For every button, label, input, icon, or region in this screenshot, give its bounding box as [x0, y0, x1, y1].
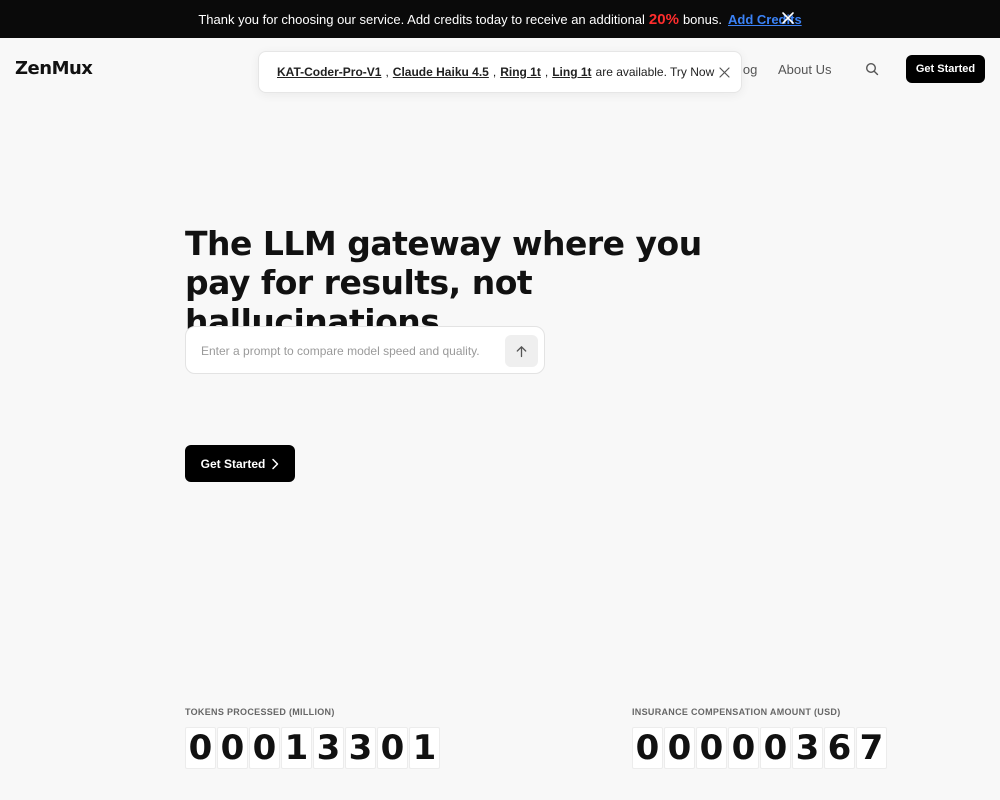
counter-digit: 0 — [632, 727, 663, 769]
counter-digit: 0 — [760, 727, 791, 769]
counter-digit: 1 — [281, 727, 312, 769]
model-link[interactable]: Claude Haiku 4.5 — [393, 65, 489, 79]
counter-digit: 0 — [664, 727, 695, 769]
separator: , — [492, 65, 497, 79]
header-get-started-button[interactable]: Get Started — [906, 55, 985, 83]
model-link[interactable]: Ring 1t — [500, 65, 541, 79]
promo-percent: 20% — [648, 10, 679, 28]
counter-digit: 7 — [856, 727, 887, 769]
model-announcement: KAT-Coder-Pro-V1 , Claude Haiku 4.5 , Ri… — [258, 51, 742, 93]
tokens-processed-label: TOKENS PROCESSED (MILLION) — [185, 707, 335, 717]
send-prompt-button[interactable] — [505, 335, 538, 367]
hero-cta-label: Get Started — [200, 456, 266, 471]
separator: , — [385, 65, 389, 79]
counter-digit: 0 — [249, 727, 280, 769]
close-icon[interactable] — [719, 67, 730, 78]
counter-digit: 6 — [824, 727, 855, 769]
announcement-text: are available. Try Now — [595, 65, 715, 79]
model-link[interactable]: KAT-Coder-Pro-V1 — [277, 65, 381, 79]
promo-text-after: bonus. — [682, 11, 722, 27]
hero-title-line: The LLM gateway where you — [185, 224, 702, 263]
prompt-input[interactable] — [201, 341, 501, 361]
search-icon[interactable] — [865, 62, 879, 76]
counter-digit: 3 — [313, 727, 344, 769]
hero-get-started-button[interactable]: Get Started — [185, 445, 295, 482]
logo[interactable]: ZenMux — [15, 58, 93, 79]
counter-digit: 1 — [409, 727, 440, 769]
insurance-compensation-counter: 0 0 0 0 0 3 6 7 — [632, 727, 887, 769]
model-link[interactable]: Ling 1t — [552, 65, 591, 79]
counter-digit: 3 — [792, 727, 823, 769]
separator: , — [544, 65, 549, 79]
nav-blog-link[interactable]: log — [740, 62, 757, 77]
promo-text: Thank you for choosing our service. Add … — [198, 11, 645, 27]
nav-about-link[interactable]: About Us — [778, 62, 831, 77]
counter-digit: 0 — [728, 727, 759, 769]
hero-title: The LLM gateway where you pay for result… — [185, 224, 745, 341]
counter-digit: 0 — [185, 727, 216, 769]
arrow-up-icon — [516, 345, 527, 357]
prompt-box — [185, 326, 545, 374]
chevron-right-icon — [272, 458, 279, 469]
close-icon[interactable] — [781, 11, 795, 25]
tokens-processed-counter: 0 0 0 1 3 3 0 1 — [185, 727, 440, 769]
counter-digit: 0 — [377, 727, 408, 769]
counter-digit: 0 — [696, 727, 727, 769]
insurance-compensation-label: INSURANCE COMPENSATION AMOUNT (USD) — [632, 707, 841, 717]
counter-digit: 3 — [345, 727, 376, 769]
counter-digit: 0 — [217, 727, 248, 769]
promo-banner: Thank you for choosing our service. Add … — [0, 0, 1000, 38]
